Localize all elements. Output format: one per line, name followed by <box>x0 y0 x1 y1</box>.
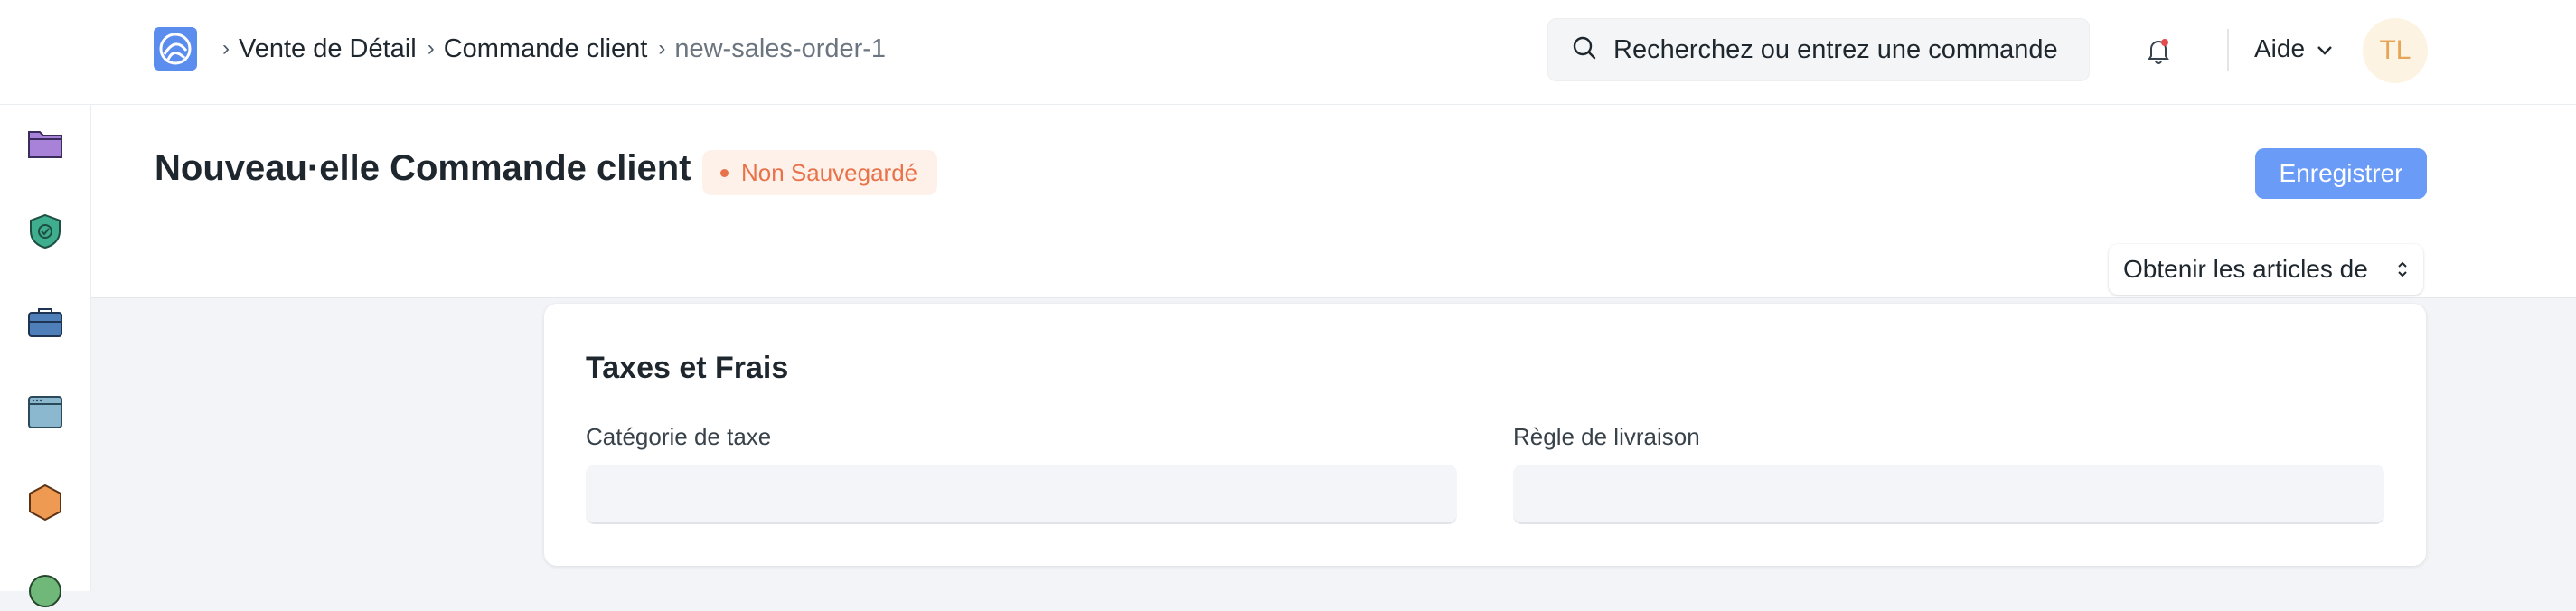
notification-bell-icon[interactable] <box>2142 34 2175 67</box>
top-navbar: › Vente de Détail › Commande client › ne… <box>0 0 2576 105</box>
navbar-divider <box>2227 29 2229 70</box>
section-title: Taxes et Frais <box>586 351 789 385</box>
briefcase-icon[interactable] <box>25 302 65 342</box>
help-dropdown[interactable]: Aide <box>2254 33 2334 65</box>
get-items-from-select[interactable]: Obtenir les articles de <box>2109 244 2423 295</box>
chevron-right-icon: › <box>427 36 435 61</box>
page-title: Nouveau·elle Commande client <box>155 148 691 188</box>
shield-check-icon[interactable] <box>25 212 65 251</box>
chevron-right-icon: › <box>222 36 230 61</box>
breadcrumb-current: new-sales-order-1 <box>674 33 887 63</box>
window-icon[interactable] <box>25 392 65 432</box>
tax-category-input[interactable] <box>586 465 1457 524</box>
shipping-rule-input[interactable] <box>1513 465 2384 524</box>
breadcrumb: › Vente de Détail › Commande client › ne… <box>219 33 886 65</box>
save-button[interactable]: Enregistrer <box>2255 148 2427 199</box>
shipping-rule-label: Règle de livraison <box>1513 423 1700 450</box>
circle-icon[interactable] <box>25 571 65 611</box>
search-input[interactable] <box>1613 34 2083 65</box>
breadcrumb-sales-order[interactable]: Commande client <box>444 34 648 64</box>
breadcrumb-retail[interactable]: Vente de Détail <box>239 34 417 64</box>
sidebar <box>0 105 91 607</box>
tax-category-label: Catégorie de taxe <box>586 423 772 450</box>
folder-icon[interactable] <box>25 123 65 163</box>
help-label: Aide <box>2254 34 2306 62</box>
status-label: Non Sauvegardé <box>741 158 918 186</box>
status-badge: Non Sauvegardé <box>702 150 938 195</box>
hexagon-icon[interactable] <box>25 483 65 522</box>
select-arrows-icon <box>2394 257 2411 288</box>
search-bar[interactable] <box>1547 18 2090 81</box>
taxes-section-card: Taxes et Frais Catégorie de taxe Règle d… <box>544 304 2426 566</box>
user-avatar[interactable]: TL <box>2363 18 2428 83</box>
chevron-right-icon: › <box>658 36 666 61</box>
app-logo-icon[interactable] <box>154 27 197 70</box>
page-header: Nouveau·elle Commande client Non Sauvega… <box>91 105 2576 298</box>
status-dot-icon <box>720 168 729 177</box>
chevron-down-icon <box>2316 34 2334 63</box>
search-icon <box>1572 35 1597 65</box>
get-items-label: Obtenir les articles de <box>2123 255 2368 283</box>
